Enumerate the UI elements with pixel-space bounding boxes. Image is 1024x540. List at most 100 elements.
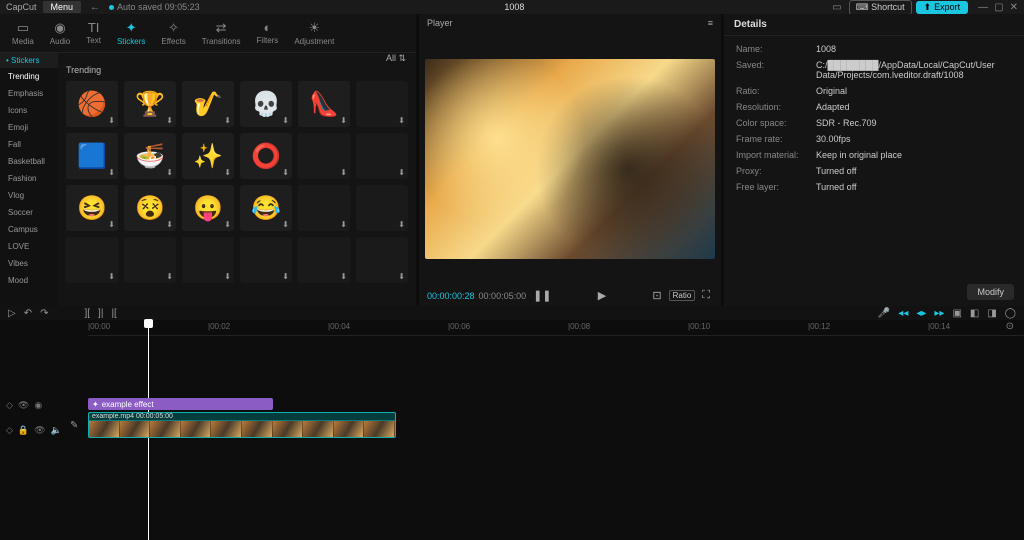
category-basketball[interactable]: Basketball bbox=[0, 153, 58, 170]
sticker-empty[interactable]: ⬇ bbox=[356, 81, 408, 127]
maximize-icon[interactable]: ▢ bbox=[994, 2, 1003, 13]
sticker-pink-heels[interactable]: 👠⬇ bbox=[298, 81, 350, 127]
download-icon[interactable]: ⬇ bbox=[166, 168, 173, 177]
video-clip[interactable]: example.mp4 00:00:05:00 bbox=[88, 412, 396, 438]
modify-button[interactable]: Modify bbox=[967, 284, 1014, 300]
crop-icon[interactable]: ▣ bbox=[952, 308, 961, 319]
download-icon[interactable]: ⬇ bbox=[166, 220, 173, 229]
all-toggle[interactable]: All ⇅ bbox=[386, 53, 406, 64]
tool-tab-stickers[interactable]: ✦Stickers bbox=[111, 18, 151, 48]
track-link-icon[interactable]: 🔒 bbox=[18, 425, 29, 436]
close-icon[interactable]: ✕ bbox=[1010, 2, 1018, 13]
download-icon[interactable]: ⬇ bbox=[108, 220, 115, 229]
sticker-red-circle[interactable]: ⭕⬇ bbox=[240, 133, 292, 179]
track-mute-icon[interactable]: ◉ bbox=[34, 400, 42, 411]
redo-icon[interactable]: ↷ bbox=[40, 308, 48, 319]
link-left-icon[interactable]: ◂◂ bbox=[898, 308, 908, 319]
sticker-emoji-laugh[interactable]: 😆⬇ bbox=[66, 185, 118, 231]
tool-tab-filters[interactable]: ◐Filters bbox=[251, 18, 285, 48]
sticker-empty[interactable]: ⬇ bbox=[240, 237, 292, 283]
tool-tab-text[interactable]: TIText bbox=[80, 18, 107, 48]
ratio-button[interactable]: Ratio bbox=[669, 290, 696, 301]
tool-tab-effects[interactable]: ✧Effects bbox=[155, 18, 191, 48]
download-icon[interactable]: ⬇ bbox=[282, 272, 289, 281]
shortcut-button[interactable]: ⌨ Shortcut bbox=[849, 0, 912, 15]
download-icon[interactable]: ⬇ bbox=[398, 168, 405, 177]
category-love[interactable]: LOVE bbox=[0, 238, 58, 255]
download-icon[interactable]: ⬇ bbox=[340, 220, 347, 229]
compare-icon[interactable]: ⊡ bbox=[649, 289, 664, 302]
track-eye-icon[interactable]: 👁 bbox=[18, 400, 29, 411]
download-icon[interactable]: ⬇ bbox=[282, 168, 289, 177]
download-icon[interactable]: ⬇ bbox=[340, 272, 347, 281]
split-left-icon[interactable]: ]| bbox=[98, 308, 103, 319]
download-icon[interactable]: ⬇ bbox=[282, 116, 289, 125]
video-preview[interactable] bbox=[425, 59, 715, 259]
track-lock-icon[interactable]: ◇ bbox=[6, 400, 13, 411]
download-icon[interactable]: ⬇ bbox=[340, 116, 347, 125]
download-icon[interactable]: ⬇ bbox=[224, 168, 231, 177]
tool-tab-adjustment[interactable]: ☀Adjustment bbox=[288, 18, 340, 48]
tool-b-icon[interactable]: ◨ bbox=[987, 308, 996, 319]
sticker-winner-trophy[interactable]: 🏆⬇ bbox=[124, 81, 176, 127]
track-mute2-icon[interactable]: 🔈 bbox=[51, 425, 62, 436]
sticker-saxophone[interactable]: 🎷⬇ bbox=[182, 81, 234, 127]
download-icon[interactable]: ⬇ bbox=[224, 116, 231, 125]
tool-tab-media[interactable]: ▭Media bbox=[6, 18, 40, 48]
sticker-empty[interactable]: ⬇ bbox=[182, 237, 234, 283]
track-lock2-icon[interactable]: ◇ bbox=[6, 425, 13, 436]
sticker-empty[interactable]: ⬇ bbox=[356, 237, 408, 283]
sticker-empty[interactable]: ⬇ bbox=[66, 237, 118, 283]
download-icon[interactable]: ⬇ bbox=[166, 116, 173, 125]
play-icon[interactable]: ▶ bbox=[595, 290, 609, 302]
select-icon[interactable]: ▷ bbox=[8, 308, 16, 319]
sticker-skull[interactable]: 💀⬇ bbox=[240, 81, 292, 127]
download-icon[interactable]: ⬇ bbox=[398, 220, 405, 229]
export-button[interactable]: ⬆ Export bbox=[916, 1, 969, 14]
mic-icon[interactable]: 🎤 bbox=[878, 308, 890, 319]
download-icon[interactable]: ⬇ bbox=[398, 116, 405, 125]
sticker-emoji-dizzy[interactable]: 😵⬇ bbox=[124, 185, 176, 231]
back-icon[interactable]: ← bbox=[87, 2, 103, 13]
tool-tab-audio[interactable]: ◉Audio bbox=[44, 18, 76, 48]
category-emphasis[interactable]: Emphasis bbox=[0, 85, 58, 102]
sticker-emoji-tongue[interactable]: 😛⬇ bbox=[182, 185, 234, 231]
track-eye2-icon[interactable]: 👁 bbox=[34, 425, 45, 436]
player-menu-icon[interactable]: ≡ bbox=[708, 18, 713, 28]
sticker-arrows[interactable]: ✨⬇ bbox=[182, 133, 234, 179]
sticker-empty[interactable]: ⬇ bbox=[124, 237, 176, 283]
menu-button[interactable]: Menu bbox=[43, 1, 82, 13]
category-icons[interactable]: Icons bbox=[0, 102, 58, 119]
sticker-empty[interactable]: ⬇ bbox=[356, 185, 408, 231]
category-soccer[interactable]: Soccer bbox=[0, 204, 58, 221]
download-icon[interactable]: ⬇ bbox=[224, 272, 231, 281]
download-icon[interactable]: ⬇ bbox=[340, 168, 347, 177]
link-right-icon[interactable]: ▸▸ bbox=[934, 308, 944, 319]
sticker-basketball[interactable]: 🏀⬇ bbox=[66, 81, 118, 127]
download-icon[interactable]: ⬇ bbox=[166, 272, 173, 281]
category-vlog[interactable]: Vlog bbox=[0, 187, 58, 204]
effect-clip[interactable]: ✦ example effect bbox=[88, 398, 273, 410]
tool-tab-transitions[interactable]: ⇄Transitions bbox=[196, 18, 247, 48]
sticker-emoji-haha[interactable]: 😂⬇ bbox=[240, 185, 292, 231]
sticker-empty[interactable]: ⬇ bbox=[298, 185, 350, 231]
category-fall[interactable]: Fall bbox=[0, 136, 58, 153]
pencil-icon[interactable]: ✎ bbox=[70, 420, 78, 431]
category-emoji[interactable]: Emoji bbox=[0, 119, 58, 136]
sticker-empty[interactable]: ⬇ bbox=[298, 237, 350, 283]
download-icon[interactable]: ⬇ bbox=[282, 220, 289, 229]
download-icon[interactable]: ⬇ bbox=[108, 272, 115, 281]
category-fashion[interactable]: Fashion bbox=[0, 170, 58, 187]
download-icon[interactable]: ⬇ bbox=[108, 116, 115, 125]
layout-icon[interactable]: ▭ bbox=[829, 2, 844, 13]
prev-frame-icon[interactable]: ❚❚ bbox=[530, 289, 554, 302]
minimize-icon[interactable]: — bbox=[978, 2, 988, 13]
category-mood[interactable]: Mood bbox=[0, 272, 58, 289]
sticker-empty[interactable]: ⬇ bbox=[298, 133, 350, 179]
sticker-bowl[interactable]: 🍜⬇ bbox=[124, 133, 176, 179]
download-icon[interactable]: ⬇ bbox=[108, 168, 115, 177]
undo-icon[interactable]: ↶ bbox=[24, 308, 32, 319]
category-trending[interactable]: Trending bbox=[0, 68, 58, 85]
fullscreen-icon[interactable]: ⛶ bbox=[699, 289, 713, 302]
download-icon[interactable]: ⬇ bbox=[398, 272, 405, 281]
